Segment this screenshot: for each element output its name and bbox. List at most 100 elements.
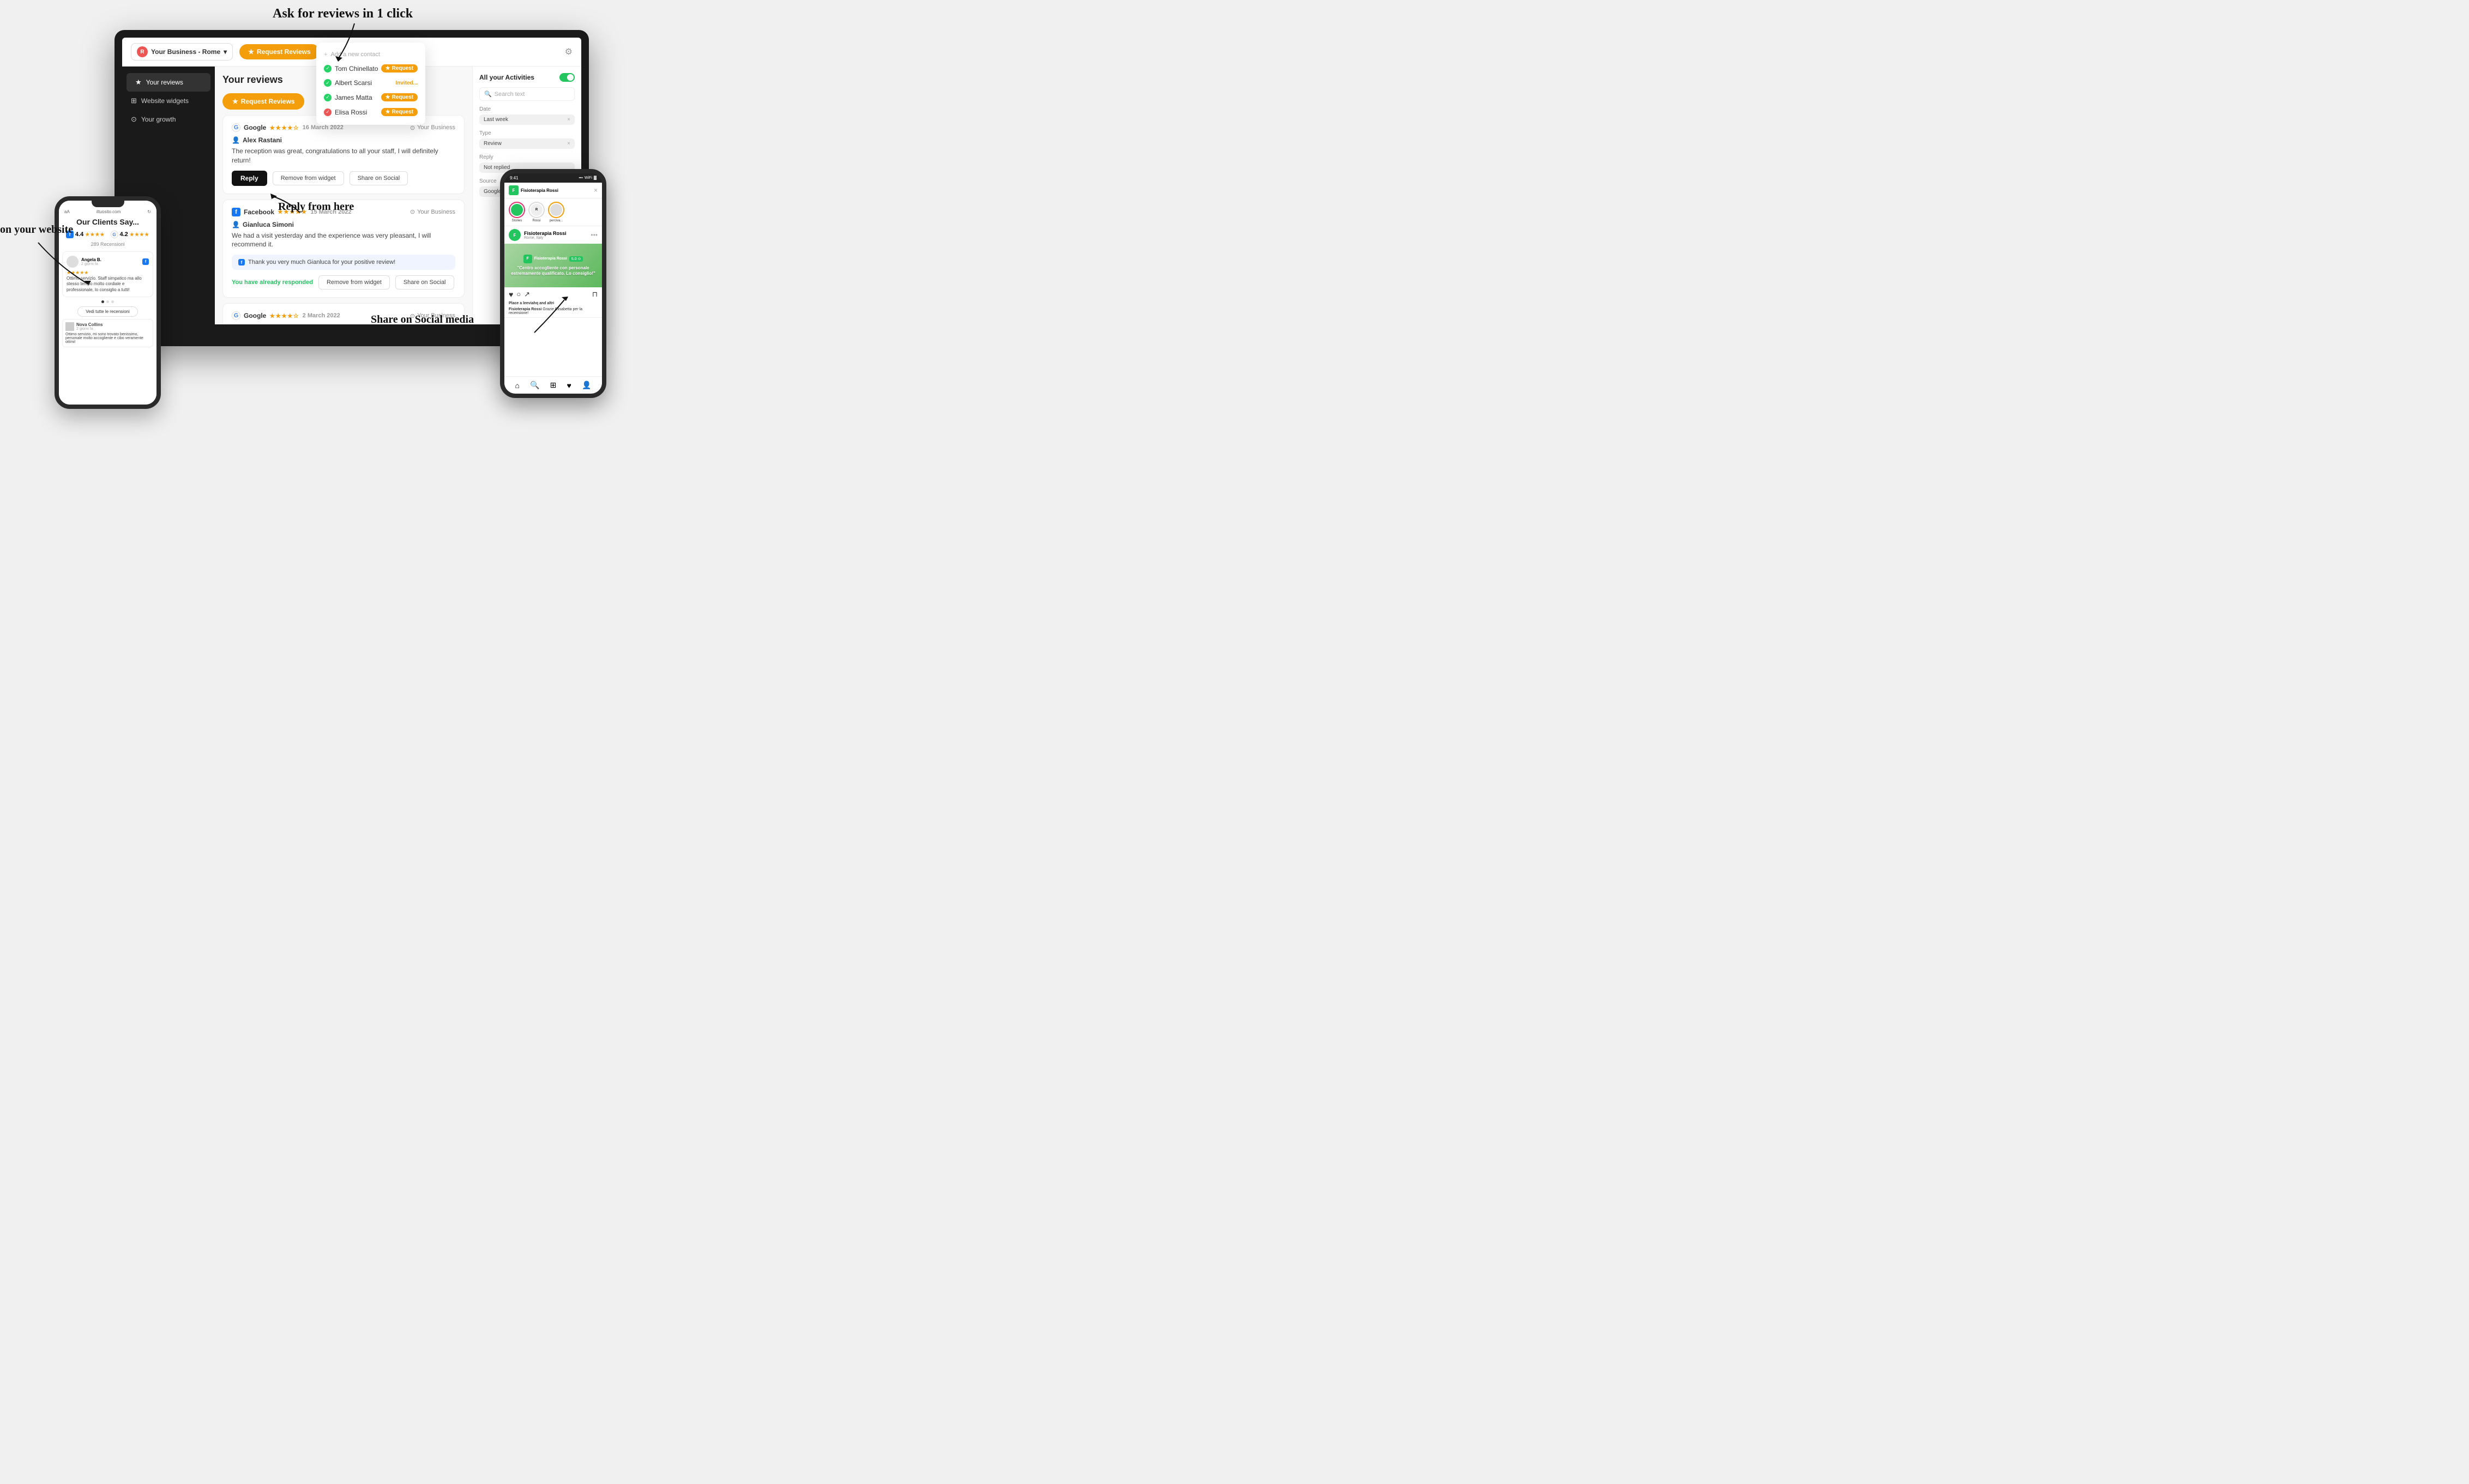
see-all-button[interactable]: Vedi tutte le recensioni (77, 306, 138, 317)
phone-reviewer-name: Angela B. (81, 257, 101, 262)
business-logo-icon: F (509, 185, 519, 195)
contact-status-3[interactable]: ★ Request (381, 93, 418, 101)
review-text-1: The reception was great, congratulations… (232, 147, 455, 165)
insta-story-1[interactable]: Stories (509, 202, 525, 222)
insta-review-header-row: F Fisioterapia Rossi 5.0 ⊙ (523, 255, 583, 263)
whatsapp-icon-3: ✓ (324, 94, 332, 101)
share-on-social-button-2[interactable]: Share on Social (395, 275, 454, 289)
insta-bottom-nav: ⌂ 🔍 ⊞ ♥ 👤 (504, 376, 602, 390)
more-icon[interactable]: ••• (591, 231, 598, 239)
insta-header-left: F Fisioterapia Rossi (509, 185, 589, 195)
growth-icon: ⊙ (131, 115, 137, 124)
already-responded-label: You have already responded (232, 279, 313, 286)
search-placeholder: Search text (495, 91, 525, 98)
sidebar-item-your-reviews[interactable]: ★ Your reviews (127, 73, 210, 92)
remove-from-widget-button-1[interactable]: Remove from widget (273, 171, 344, 185)
story-ring-3 (548, 202, 564, 218)
fb-stars: ★★★★ (85, 232, 105, 238)
contact-name-2: ✓ Albert Scarsi (324, 79, 372, 87)
phone-stars: ★★★★★ (67, 270, 149, 276)
contact-name-1: ✓ Tom Chinellato (324, 65, 378, 73)
heart-nav-icon[interactable]: ♥ (567, 381, 571, 390)
activities-toggle[interactable] (559, 73, 575, 82)
story-inner-3 (550, 204, 562, 216)
annotation-ask-reviews: Ask for reviews in 1 click (273, 7, 413, 21)
profile-nav-icon[interactable]: 👤 (582, 381, 591, 390)
bookmark-icon[interactable]: ⊓ (592, 290, 598, 299)
heart-icon[interactable]: ♥ (509, 290, 513, 299)
filter-date-label: Date (479, 106, 575, 112)
sidebar-item-website-widgets[interactable]: ⊞ Website widgets (122, 92, 215, 110)
gear-icon: ⚙ (565, 47, 573, 57)
address-text: iltuosito.com (97, 209, 121, 214)
review-date-1: 16 March 2022 (303, 124, 344, 131)
story-label-2: Rossi (532, 219, 540, 222)
widget-title: Our Clients Say... (59, 218, 156, 226)
reviews-count: 289 Recensioni (59, 242, 156, 247)
reply-button-1[interactable]: Reply (232, 171, 267, 186)
address-bar: aA iltuosito.com ↻ (59, 208, 156, 215)
share-icon[interactable]: ↗ (524, 290, 530, 299)
business-selector[interactable]: R Your Business - Rome ▾ (131, 43, 233, 61)
dropdown-item-3[interactable]: ✓ James Matta ★ Request (316, 90, 425, 105)
home-nav-icon[interactable]: ⌂ (515, 381, 520, 390)
story-ring-1 (509, 202, 525, 218)
chevron-down-icon: ▾ (224, 48, 227, 56)
story-label-3: perciva... (550, 219, 563, 222)
phone-left-screen: aA iltuosito.com ↻ Our Clients Say... f … (59, 201, 156, 405)
comment-icon[interactable]: ○ (516, 290, 521, 299)
signal-icon: ▪▪▪ (579, 176, 582, 180)
star-icon: ★ (386, 94, 390, 100)
close-icon-insta[interactable]: × (594, 186, 598, 194)
google-stars: ★★★★ (130, 232, 149, 238)
gear-button[interactable]: ⚙ (565, 46, 573, 57)
location-icon: ⊙ (410, 208, 415, 215)
add-nav-icon[interactable]: ⊞ (550, 381, 557, 390)
insta-actions: ♥ ○ ↗ (509, 290, 530, 299)
stars-1: ★★★★☆ (269, 124, 299, 131)
share-on-social-button-1[interactable]: Share on Social (350, 171, 408, 185)
see-all-container: Vedi tutte le recensioni (62, 306, 153, 317)
reviewer-name-1: 👤 Alex Rastani (232, 136, 455, 144)
contact-status-2: Invited... (395, 80, 418, 86)
insta-post-avatar: F (509, 229, 521, 241)
review-business-1: ⊙ Your Business (410, 124, 455, 131)
search-box[interactable]: 🔍 Search text (479, 87, 575, 101)
story-label-1: Stories (512, 219, 522, 222)
insta-story-2[interactable]: R Rossi (528, 202, 545, 222)
contact-status-1[interactable]: ★ Request (381, 64, 418, 73)
whatsapp-icon-2: ✓ (324, 79, 332, 87)
fb-review-name: Nova Collins (76, 322, 103, 327)
sidebar-label-your-reviews: Your reviews (146, 79, 183, 86)
filter-type-chip[interactable]: Review × (479, 138, 575, 149)
dropdown-item-2[interactable]: ✓ Albert Scarsi Invited... (316, 76, 425, 90)
review-actions-1: Reply Remove from widget Share on Social (232, 171, 455, 186)
ratings-row: f 4.4 ★★★★ G 4.2 ★★★★ (59, 231, 156, 238)
nav-dot-1 (101, 300, 104, 303)
dropdown-item-1[interactable]: ✓ Tom Chinellato ★ Request (316, 61, 425, 76)
insta-stories-row: Stories R Rossi perciva... (504, 198, 602, 226)
stars-3: ★★★★☆ (269, 312, 299, 319)
google-icon-3: G (232, 311, 240, 320)
facebook-small-icon: f (142, 258, 149, 265)
contact-status-4[interactable]: ★ Request (381, 108, 418, 116)
search-nav-icon[interactable]: 🔍 (530, 381, 539, 390)
reviewer-info: Angela B. 2 giorni fa (81, 257, 101, 266)
insta-story-3[interactable]: perciva... (548, 202, 564, 222)
sidebar-label-website-widgets: Website widgets (141, 97, 189, 105)
phone-status-bar: 9:41 ▪▪▪ WiFi ▓ (504, 173, 602, 183)
dropdown-item-4[interactable]: ✓ Elisa Rossi ★ Request (316, 105, 425, 119)
sidebar-item-your-growth[interactable]: ⊙ Your growth (122, 110, 215, 129)
story-inner-1 (511, 204, 523, 216)
request-reviews-button[interactable]: ★ Request Reviews (239, 44, 319, 59)
phone-fb-review: Nova Collins 2 giorni fa Ottimo servizio… (62, 319, 153, 347)
story-inner-2: R (531, 204, 543, 216)
filter-date-chip[interactable]: Last week × (479, 114, 575, 125)
business-avatar: R (137, 46, 148, 57)
second-request-reviews-button[interactable]: ★ Request Reviews (222, 93, 304, 110)
phone-review-text: Ottimo servizio. Staff simpatico ma allo… (67, 276, 149, 293)
search-icon: 🔍 (484, 91, 492, 98)
remove-from-widget-button-2[interactable]: Remove from widget (318, 275, 390, 289)
caption-business: Fisioterapia Rossi (509, 307, 541, 311)
review-reply-box-2: f Thank you very much Gianluca for your … (232, 255, 455, 270)
